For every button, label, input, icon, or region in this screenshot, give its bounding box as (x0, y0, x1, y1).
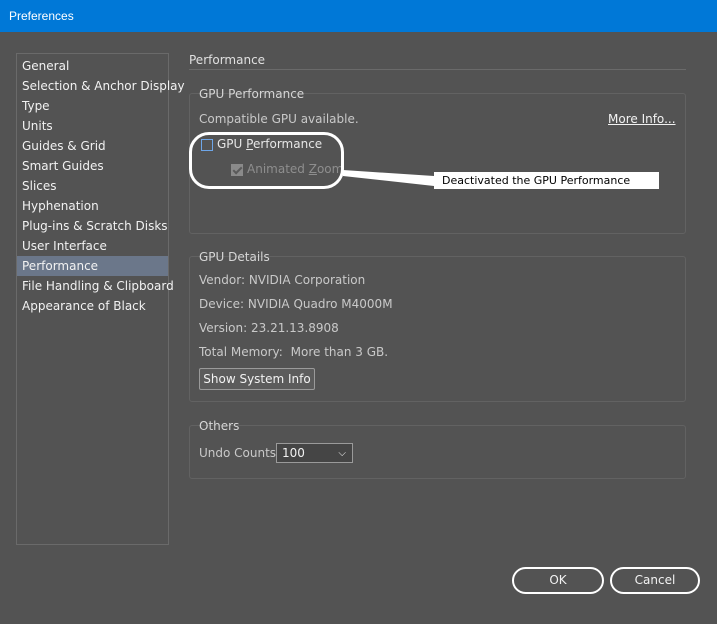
sidebar-item-smart-guides[interactable]: Smart Guides (17, 156, 168, 176)
undo-counts-value: 100 (282, 446, 305, 460)
vendor-label: Vendor: (199, 273, 245, 287)
undo-counts-label: Undo Counts: (199, 446, 281, 460)
ok-button[interactable]: OK (512, 567, 604, 594)
device-value: NVIDIA Quadro M4000M (247, 297, 393, 311)
annotation-label: Deactivated the GPU Performance (434, 172, 659, 189)
sidebar-item-performance[interactable]: Performance (17, 256, 168, 276)
memory-value: More than 3 GB. (290, 345, 389, 359)
sidebar-item-general[interactable]: General (17, 56, 168, 76)
vendor-row: Vendor: NVIDIA Corporation (199, 273, 365, 287)
vendor-value: NVIDIA Corporation (248, 273, 366, 287)
memory-label: Total Memory: (199, 345, 283, 359)
sidebar-item-hyphenation[interactable]: Hyphenation (17, 196, 168, 216)
show-system-info-button[interactable]: Show System Info (199, 368, 315, 390)
annotation-highlight-oval (189, 132, 344, 189)
sidebar-item-units[interactable]: Units (17, 116, 168, 136)
sidebar-item-file-handling-clipboard[interactable]: File Handling & Clipboard (17, 276, 174, 296)
section-title: Performance (189, 53, 266, 67)
compatible-gpu-text: Compatible GPU available. (199, 112, 359, 126)
gpu-details-group: GPU Details Vendor: NVIDIA Corporation D… (189, 250, 686, 402)
gpu-details-group-label: GPU Details (199, 250, 270, 264)
sidebar-item-type[interactable]: Type (17, 96, 168, 116)
chevron-down-icon: ⌵ (338, 448, 346, 459)
title-bar: Preferences (0, 0, 717, 32)
window-title: Preferences (9, 9, 74, 23)
preferences-sidebar: General Selection & Anchor Display Type … (16, 53, 185, 545)
memory-row: Total Memory: More than 3 GB. (199, 345, 388, 359)
sidebar-item-plugins-scratch-disks[interactable]: Plug-ins & Scratch Disks (17, 216, 168, 236)
device-row: Device: NVIDIA Quadro M4000M (199, 297, 393, 311)
sidebar-item-appearance-of-black[interactable]: Appearance of Black (17, 296, 168, 316)
others-group: Others Undo Counts: 100 ⌵ (189, 419, 686, 479)
sidebar-item-guides-grid[interactable]: Guides & Grid (17, 136, 168, 156)
undo-counts-select[interactable]: 100 ⌵ (276, 443, 353, 463)
more-info-link[interactable]: More Info... (608, 112, 676, 126)
section-divider (189, 69, 686, 70)
version-label: Version: (199, 321, 248, 335)
sidebar-item-selection-anchor-display[interactable]: Selection & Anchor Display (17, 76, 185, 96)
sidebar-item-slices[interactable]: Slices (17, 176, 168, 196)
cancel-button[interactable]: Cancel (610, 567, 700, 594)
gpu-performance-group-label: GPU Performance (199, 87, 305, 101)
version-value: 23.21.13.8908 (251, 321, 339, 335)
sidebar-item-user-interface[interactable]: User Interface (17, 236, 168, 256)
device-label: Device: (199, 297, 245, 311)
version-row: Version: 23.21.13.8908 (199, 321, 339, 335)
others-group-label: Others (199, 419, 240, 433)
